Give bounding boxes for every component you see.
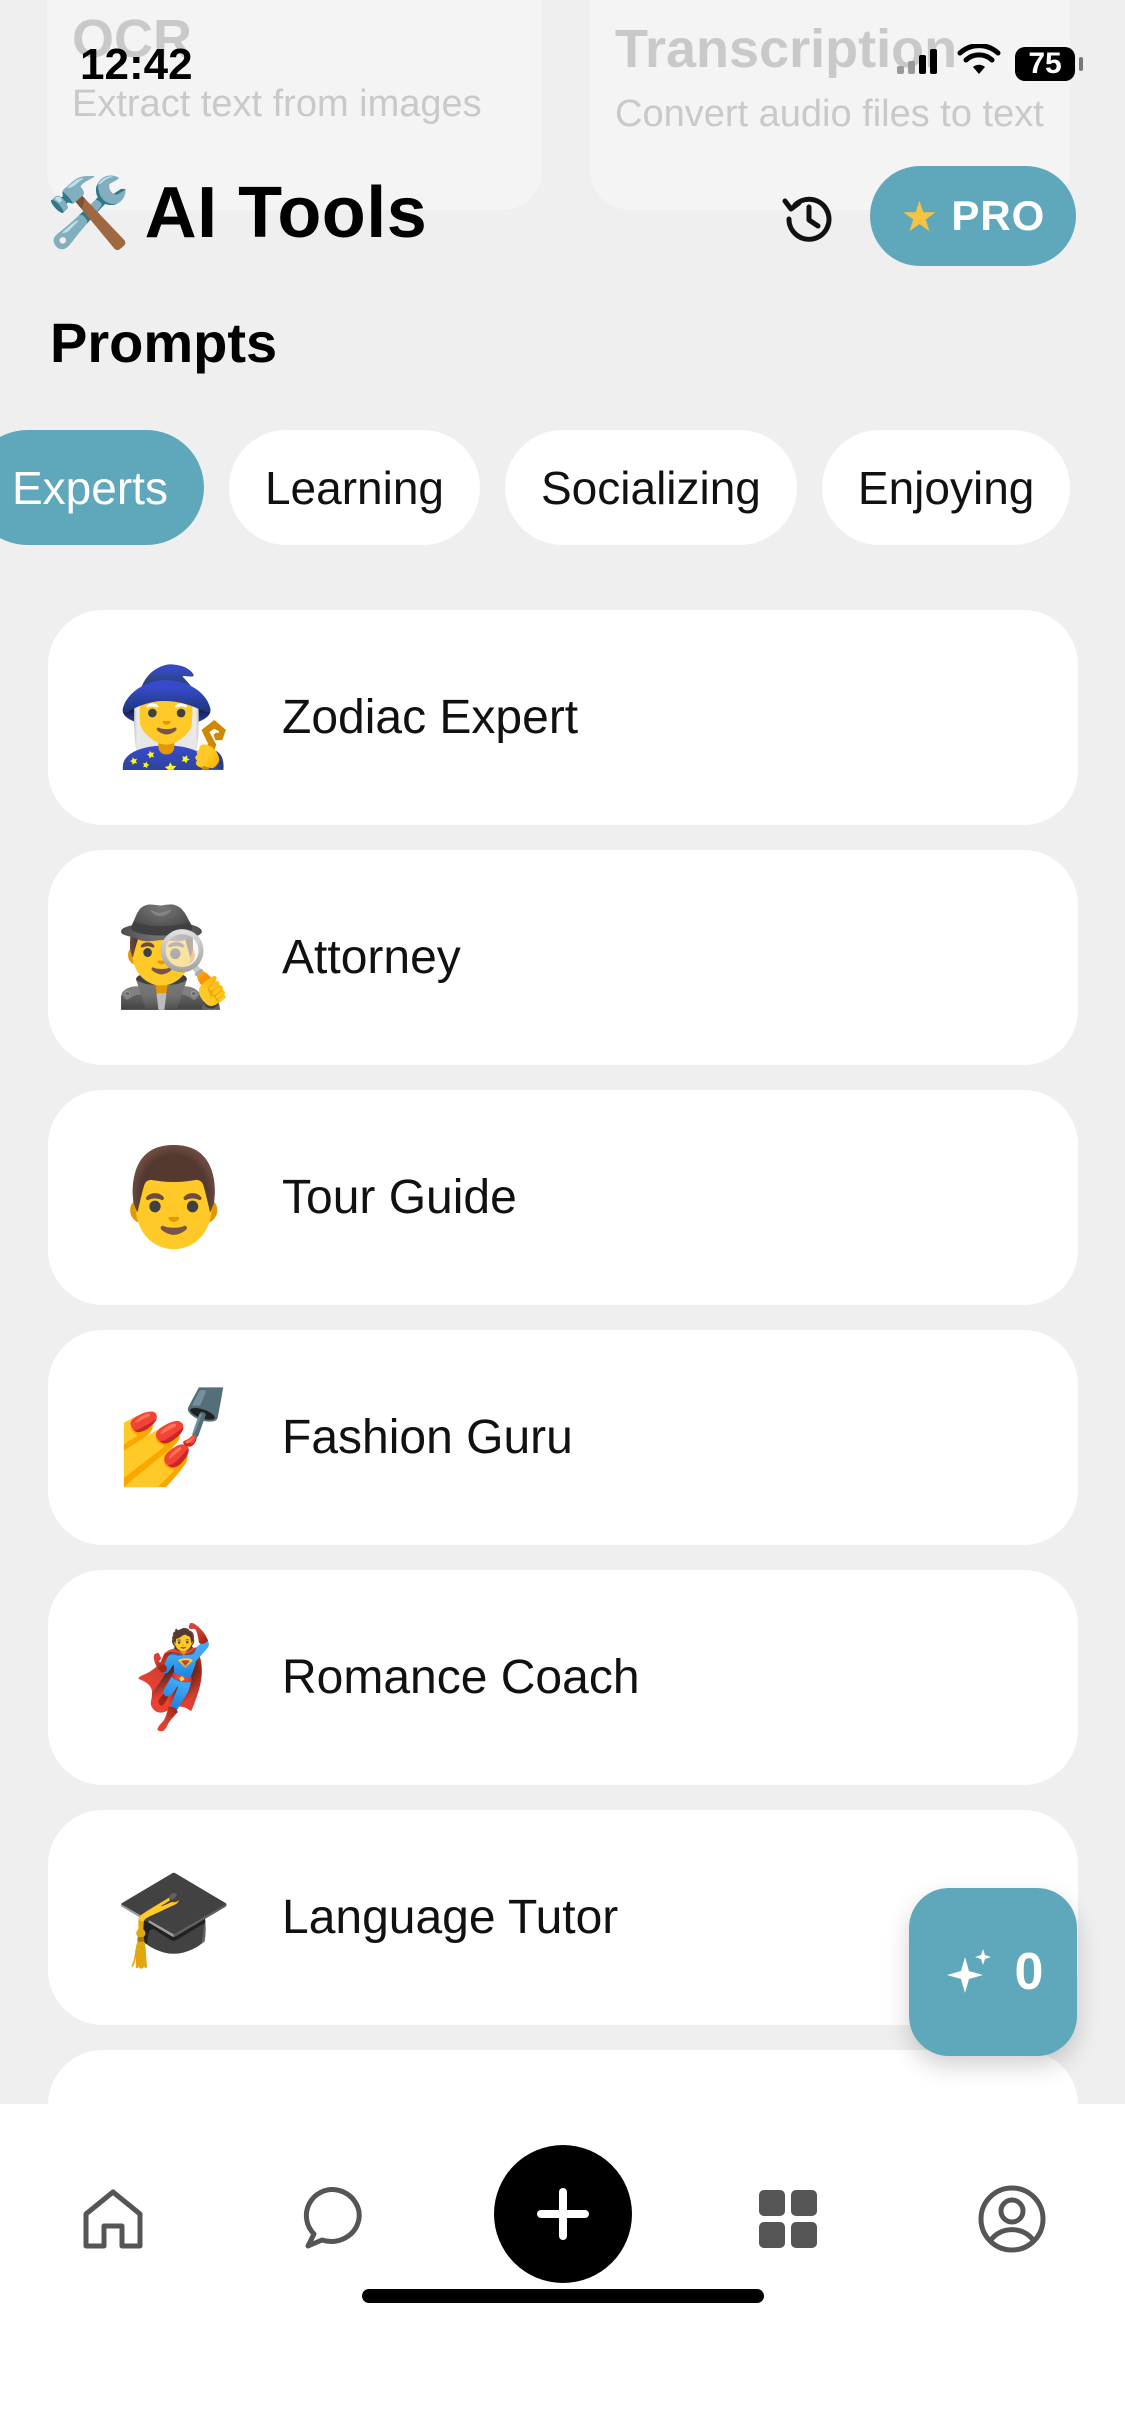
tab-experts[interactable]: Experts xyxy=(0,430,204,545)
home-indicator xyxy=(362,2289,764,2303)
prompt-label: Zodiac Expert xyxy=(282,691,579,744)
section-title: Prompts xyxy=(50,311,278,374)
nav-profile[interactable] xyxy=(967,2174,1057,2264)
credits-fab[interactable]: 0 xyxy=(909,1888,1077,2056)
prompt-label: Romance Coach xyxy=(282,1651,640,1704)
prompt-card-attorney[interactable]: 🕵️‍♂️ Attorney xyxy=(48,850,1078,1065)
sparkle-icon xyxy=(946,1949,991,1993)
prompt-card-romance-coach[interactable]: 🦸 Romance Coach xyxy=(48,1570,1078,1785)
home-icon xyxy=(83,2189,143,2249)
prompt-card-tour-guide[interactable]: 👨 Tour Guide xyxy=(48,1090,1078,1305)
status-icons: 75 xyxy=(895,43,1083,83)
star-icon: ★ xyxy=(900,192,940,240)
tab-enjoying[interactable]: Enjoying xyxy=(821,430,1071,545)
prompt-label: Language Tutor xyxy=(282,1891,619,1944)
nav-home[interactable] xyxy=(68,2174,158,2264)
zodiac-expert-icon: 🧙‍♀️ xyxy=(114,663,234,771)
history-icon xyxy=(782,196,832,242)
prompt-label: Fashion Guru xyxy=(282,1411,573,1464)
battery-icon: 75 xyxy=(1015,46,1083,81)
plus-icon xyxy=(537,2188,589,2240)
page-title-text: AI Tools xyxy=(144,173,428,253)
grid-icon xyxy=(759,2190,817,2248)
tab-socializing[interactable]: Socializing xyxy=(505,430,797,545)
status-time: 12:42 xyxy=(80,40,193,89)
romance-coach-icon: 🦸 xyxy=(114,1623,234,1731)
nav-apps[interactable] xyxy=(743,2174,833,2264)
prompt-label: Attorney xyxy=(282,931,461,984)
fashion-guru-icon: 💅 xyxy=(114,1383,234,1491)
chat-icon xyxy=(303,2187,362,2249)
tab-learning[interactable]: Learning xyxy=(228,430,480,545)
tour-guide-icon: 👨 xyxy=(114,1143,234,1251)
prompt-card-zodiac-expert[interactable]: 🧙‍♀️ Zodiac Expert xyxy=(48,610,1078,825)
nav-chat[interactable] xyxy=(292,2174,382,2264)
page-title: 🛠️ AI Tools xyxy=(46,172,427,254)
tools-icon: 🛠️ xyxy=(46,175,131,251)
prompt-label: Tour Guide xyxy=(282,1171,517,1224)
attorney-icon: 🕵️‍♂️ xyxy=(114,903,234,1011)
prompt-card-fashion-guru[interactable]: 💅 Fashion Guru xyxy=(48,1330,1078,1545)
transcription-card-desc: Convert audio files to text xyxy=(615,93,1044,135)
wifi-icon xyxy=(957,43,1001,83)
pro-button[interactable]: ★ PRO xyxy=(870,166,1076,266)
nav-add-button[interactable] xyxy=(494,2145,632,2283)
credits-count: 0 xyxy=(1014,1943,1044,2001)
profile-icon xyxy=(978,2185,1046,2253)
category-tabs: Experts Learning Socializing Enjoying xyxy=(0,430,1071,545)
language-tutor-icon: 🎓 xyxy=(114,1863,234,1971)
pro-label: PRO xyxy=(951,192,1046,239)
history-button[interactable] xyxy=(770,180,848,258)
bottom-nav xyxy=(0,2104,1125,2436)
signal-icon xyxy=(895,46,943,81)
